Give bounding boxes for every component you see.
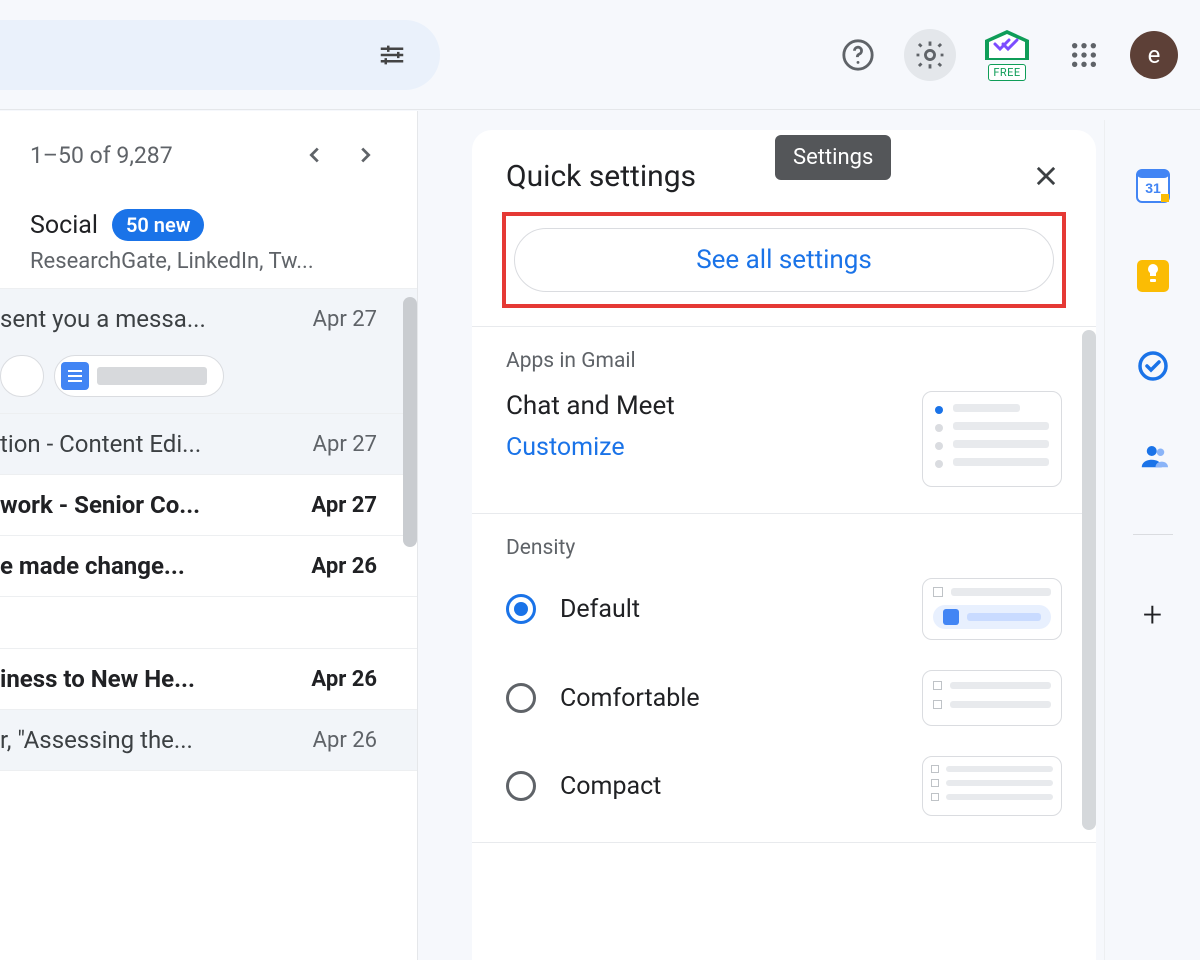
docs-icon	[61, 362, 89, 390]
tune-icon	[377, 40, 407, 70]
pager-next[interactable]	[343, 133, 387, 177]
see-all-label: See all settings	[696, 245, 872, 275]
svg-text:31: 31	[1145, 180, 1161, 196]
settings-tooltip: Settings	[775, 135, 891, 180]
section-apps-in-gmail: Apps in Gmail Chat and Meet Customize	[472, 326, 1096, 513]
account-avatar[interactable]: e	[1130, 31, 1178, 79]
chat-and-meet-label: Chat and Meet	[506, 391, 675, 421]
attachment-chip[interactable]	[54, 355, 224, 397]
rail-divider	[1133, 534, 1173, 535]
contacts-icon	[1138, 441, 1168, 471]
message-subject: iness to New He...	[0, 665, 299, 693]
category-subtitle: ResearchGate, LinkedIn, Tw...	[30, 249, 387, 274]
apps-grid-icon	[1070, 41, 1098, 69]
calendar-icon: 31	[1136, 169, 1170, 203]
search-bar[interactable]	[0, 20, 440, 90]
top-actions: FREE e	[832, 28, 1178, 81]
rail-contacts[interactable]	[1135, 438, 1171, 474]
density-preview-compact	[922, 756, 1062, 816]
pager-controls	[293, 133, 387, 177]
top-bar: FREE e	[0, 0, 1200, 110]
close-button[interactable]	[1026, 156, 1066, 196]
avatar-letter: e	[1148, 41, 1161, 69]
chevron-left-icon	[304, 144, 326, 166]
side-panel-rail: 31 +	[1104, 120, 1200, 960]
search-options-button[interactable]	[372, 35, 412, 75]
tasks-icon	[1137, 350, 1169, 382]
message-row-empty	[0, 597, 417, 649]
inbox-column: 1–50 of 9,287 Social 50 new ResearchGate…	[0, 111, 418, 960]
attachment-name-redacted	[97, 367, 207, 385]
message-row[interactable]: work - Senior Co... Apr 27	[0, 475, 417, 536]
message-row[interactable]: sent you a messa... Apr 27	[0, 289, 417, 414]
mailtrack-extension[interactable]: FREE	[976, 28, 1038, 81]
message-date: Apr 27	[313, 307, 397, 332]
message-subject: e made change...	[0, 552, 299, 580]
message-date: Apr 27	[311, 493, 397, 518]
message-date: Apr 26	[311, 667, 397, 692]
message-date: Apr 26	[313, 728, 397, 753]
category-social[interactable]: Social 50 new ResearchGate, LinkedIn, Tw…	[0, 191, 417, 289]
message-row[interactable]: e made change... Apr 26	[0, 536, 417, 597]
inbox-header: 1–50 of 9,287	[0, 111, 417, 191]
close-icon	[1032, 162, 1060, 190]
radio-default[interactable]	[506, 594, 536, 624]
section-title: Density	[506, 536, 1062, 560]
message-subject: work - Senior Co...	[0, 491, 299, 519]
message-subject: tion - Content Edi...	[0, 430, 301, 458]
section-density: Density Default Comfortable	[472, 513, 1096, 842]
message-row[interactable]: iness to New He... Apr 26	[0, 649, 417, 710]
message-row[interactable]: tion - Content Edi... Apr 27	[0, 414, 417, 475]
inbox-scrollbar[interactable]	[403, 297, 417, 547]
rail-calendar[interactable]: 31	[1135, 168, 1171, 204]
quick-settings-panel: Quick settings See all settings Apps in …	[472, 130, 1096, 960]
mailtrack-icon	[983, 28, 1031, 62]
chat-meet-preview	[922, 391, 1062, 487]
density-option-compact[interactable]: Compact	[506, 756, 1062, 816]
rail-keep[interactable]	[1135, 258, 1171, 294]
help-button[interactable]	[832, 29, 884, 81]
density-option-comfortable[interactable]: Comfortable	[506, 670, 1062, 726]
see-all-highlight: See all settings	[502, 212, 1066, 308]
radio-compact[interactable]	[506, 771, 536, 801]
mailtrack-free-badge: FREE	[988, 64, 1025, 81]
pager-text: 1–50 of 9,287	[30, 142, 173, 169]
category-title: Social	[30, 211, 98, 240]
pager-prev[interactable]	[293, 133, 337, 177]
panel-title: Quick settings	[506, 159, 696, 194]
rail-add-button[interactable]: +	[1143, 595, 1162, 635]
section-title: Apps in Gmail	[506, 349, 1062, 373]
density-preview-comfortable	[922, 670, 1062, 726]
section-divider	[472, 842, 1096, 852]
message-row[interactable]: r, "Assessing the... Apr 26	[0, 710, 417, 771]
customize-link[interactable]: Customize	[506, 433, 675, 462]
attachment-chip[interactable]	[0, 355, 44, 397]
category-new-badge: 50 new	[112, 209, 205, 241]
message-date: Apr 26	[311, 554, 397, 579]
attachment-chips	[0, 355, 397, 397]
message-date: Apr 27	[313, 432, 397, 457]
chevron-right-icon	[354, 144, 376, 166]
density-label: Default	[560, 595, 640, 624]
density-preview-default	[922, 578, 1062, 640]
message-subject: sent you a messa...	[0, 305, 301, 333]
gear-icon	[913, 38, 947, 72]
message-subject: r, "Assessing the...	[0, 726, 301, 754]
settings-button[interactable]	[904, 29, 956, 81]
panel-scrollbar[interactable]	[1082, 330, 1096, 830]
rail-tasks[interactable]	[1135, 348, 1171, 384]
density-option-default[interactable]: Default	[506, 578, 1062, 640]
google-apps-button[interactable]	[1058, 29, 1110, 81]
density-label: Compact	[560, 772, 661, 801]
help-icon	[841, 38, 875, 72]
radio-comfortable[interactable]	[506, 683, 536, 713]
density-label: Comfortable	[560, 684, 700, 713]
keep-icon	[1137, 260, 1169, 292]
see-all-settings-button[interactable]: See all settings	[514, 228, 1054, 292]
